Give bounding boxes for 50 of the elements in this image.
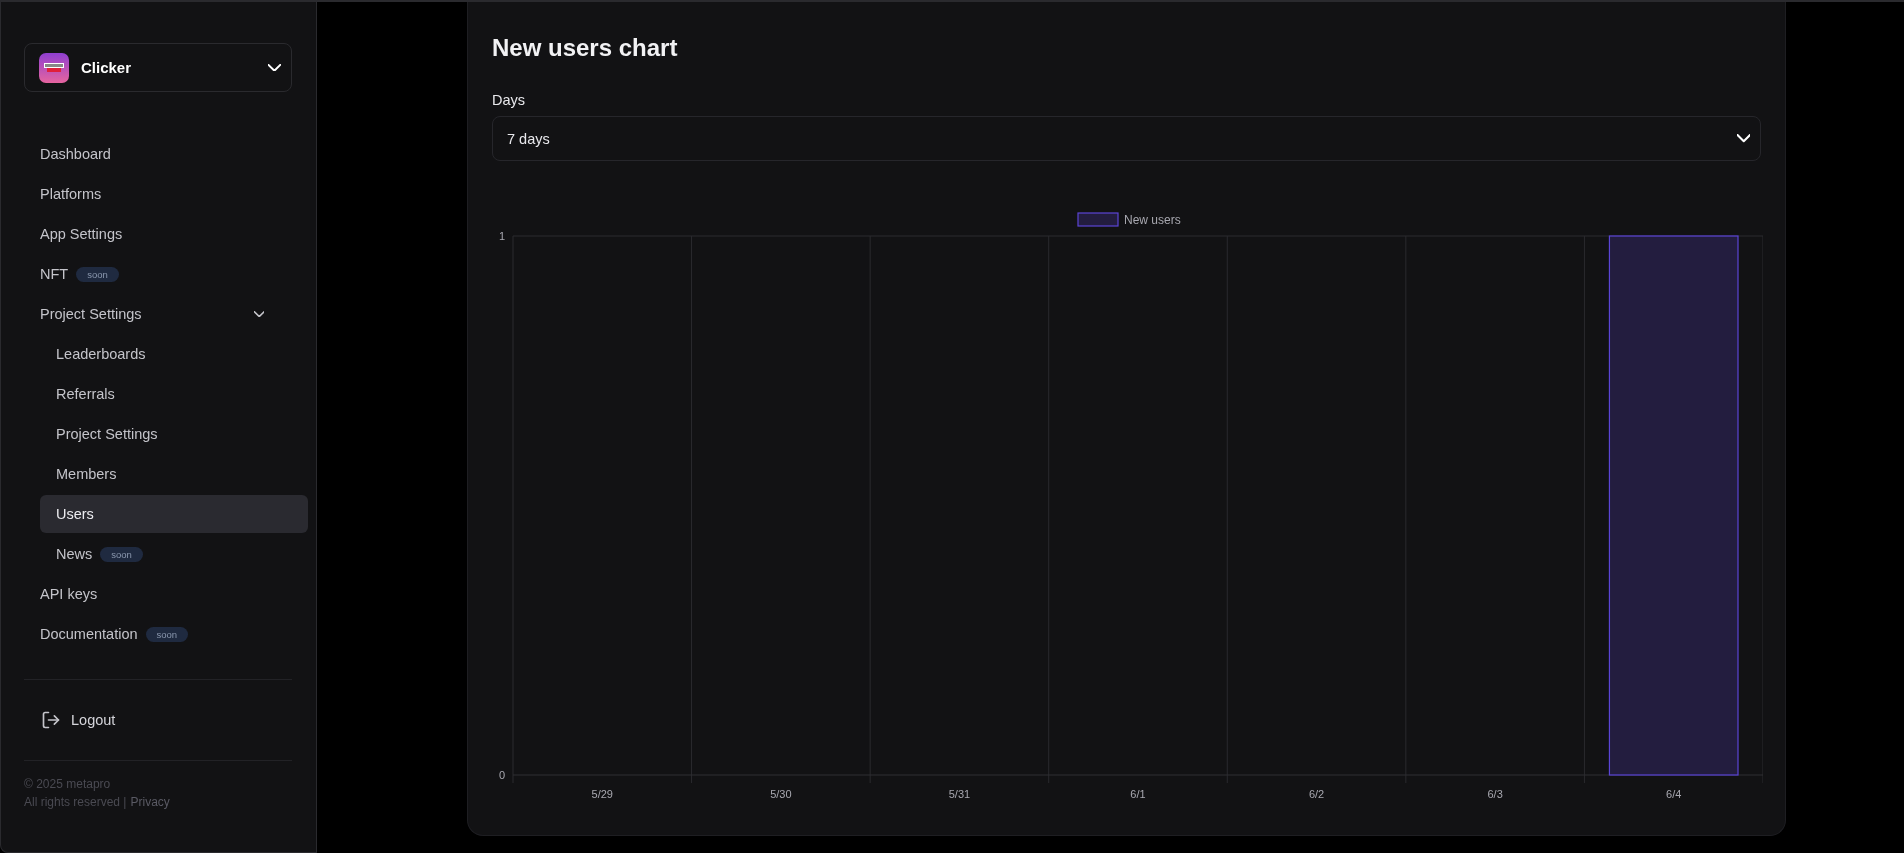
x-tick-label: 5/30 [770,788,792,800]
nav-item[interactable]: Members [40,455,308,493]
nav-label: Project Settings [56,426,158,442]
nav-label: News [56,546,93,562]
app-logo-icon [39,52,69,83]
chevron-icon [1736,134,1750,143]
logout-icon [41,710,61,730]
nav-label: Users [56,506,94,522]
nav-item[interactable]: NFT soon [24,255,278,293]
x-tick-label: 6/4 [1666,788,1682,800]
nav-item[interactable]: API keys [24,575,278,613]
soon-badge: soon [145,626,189,642]
x-tick-label: 5/29 [591,788,613,800]
nav-item[interactable]: Leaderboards [40,335,308,373]
soon-badge: soon [76,266,119,282]
nav-item[interactable]: Dashboard [24,135,278,173]
nav-item[interactable]: Documentation soon [24,615,278,653]
nav-item[interactable]: Referrals [40,375,308,413]
nav-item[interactable]: Project Settings [24,295,278,333]
nav-label: Documentation [40,626,138,642]
y-tick-label: 0 [498,769,505,781]
x-tick-label: 6/1 [1130,788,1146,800]
nav-item[interactable]: News soon [40,535,308,573]
nav-label: App Settings [40,226,123,242]
rights-text: All rights reserved | [24,795,127,809]
nav-item[interactable]: Users [40,495,308,533]
nav-label: Members [56,466,117,482]
x-tick-label: 5/31 [948,788,971,800]
x-tick-label: 6/3 [1487,788,1503,800]
nav-label: Referrals [56,386,115,402]
nav-label: NFT [40,266,69,282]
nav-item[interactable]: Project Settings [40,415,308,453]
days-select[interactable]: 7 days [492,116,1761,161]
x-tick-label: 6/2 [1308,788,1325,800]
nav-item[interactable]: Platforms [24,175,278,213]
copyright-text: © 2025 metapro [24,777,112,791]
field-label: Days [492,92,527,108]
nav-label: Platforms [40,186,102,202]
app-switcher[interactable]: Clicker [24,43,292,92]
legend-label: New users [1124,213,1181,227]
logout-button[interactable]: Logout [24,680,308,760]
chart-legend: New users [1077,212,1181,227]
nav-item[interactable]: App Settings [24,215,278,253]
nav-label: Project Settings [40,306,142,322]
nav-label: Dashboard [40,146,111,162]
nav-label: API keys [40,586,98,602]
soon-badge: soon [100,546,143,562]
nav-label: Leaderboards [56,346,146,362]
card-title: New users chart [492,34,679,62]
y-tick-label: 1 [498,230,505,242]
